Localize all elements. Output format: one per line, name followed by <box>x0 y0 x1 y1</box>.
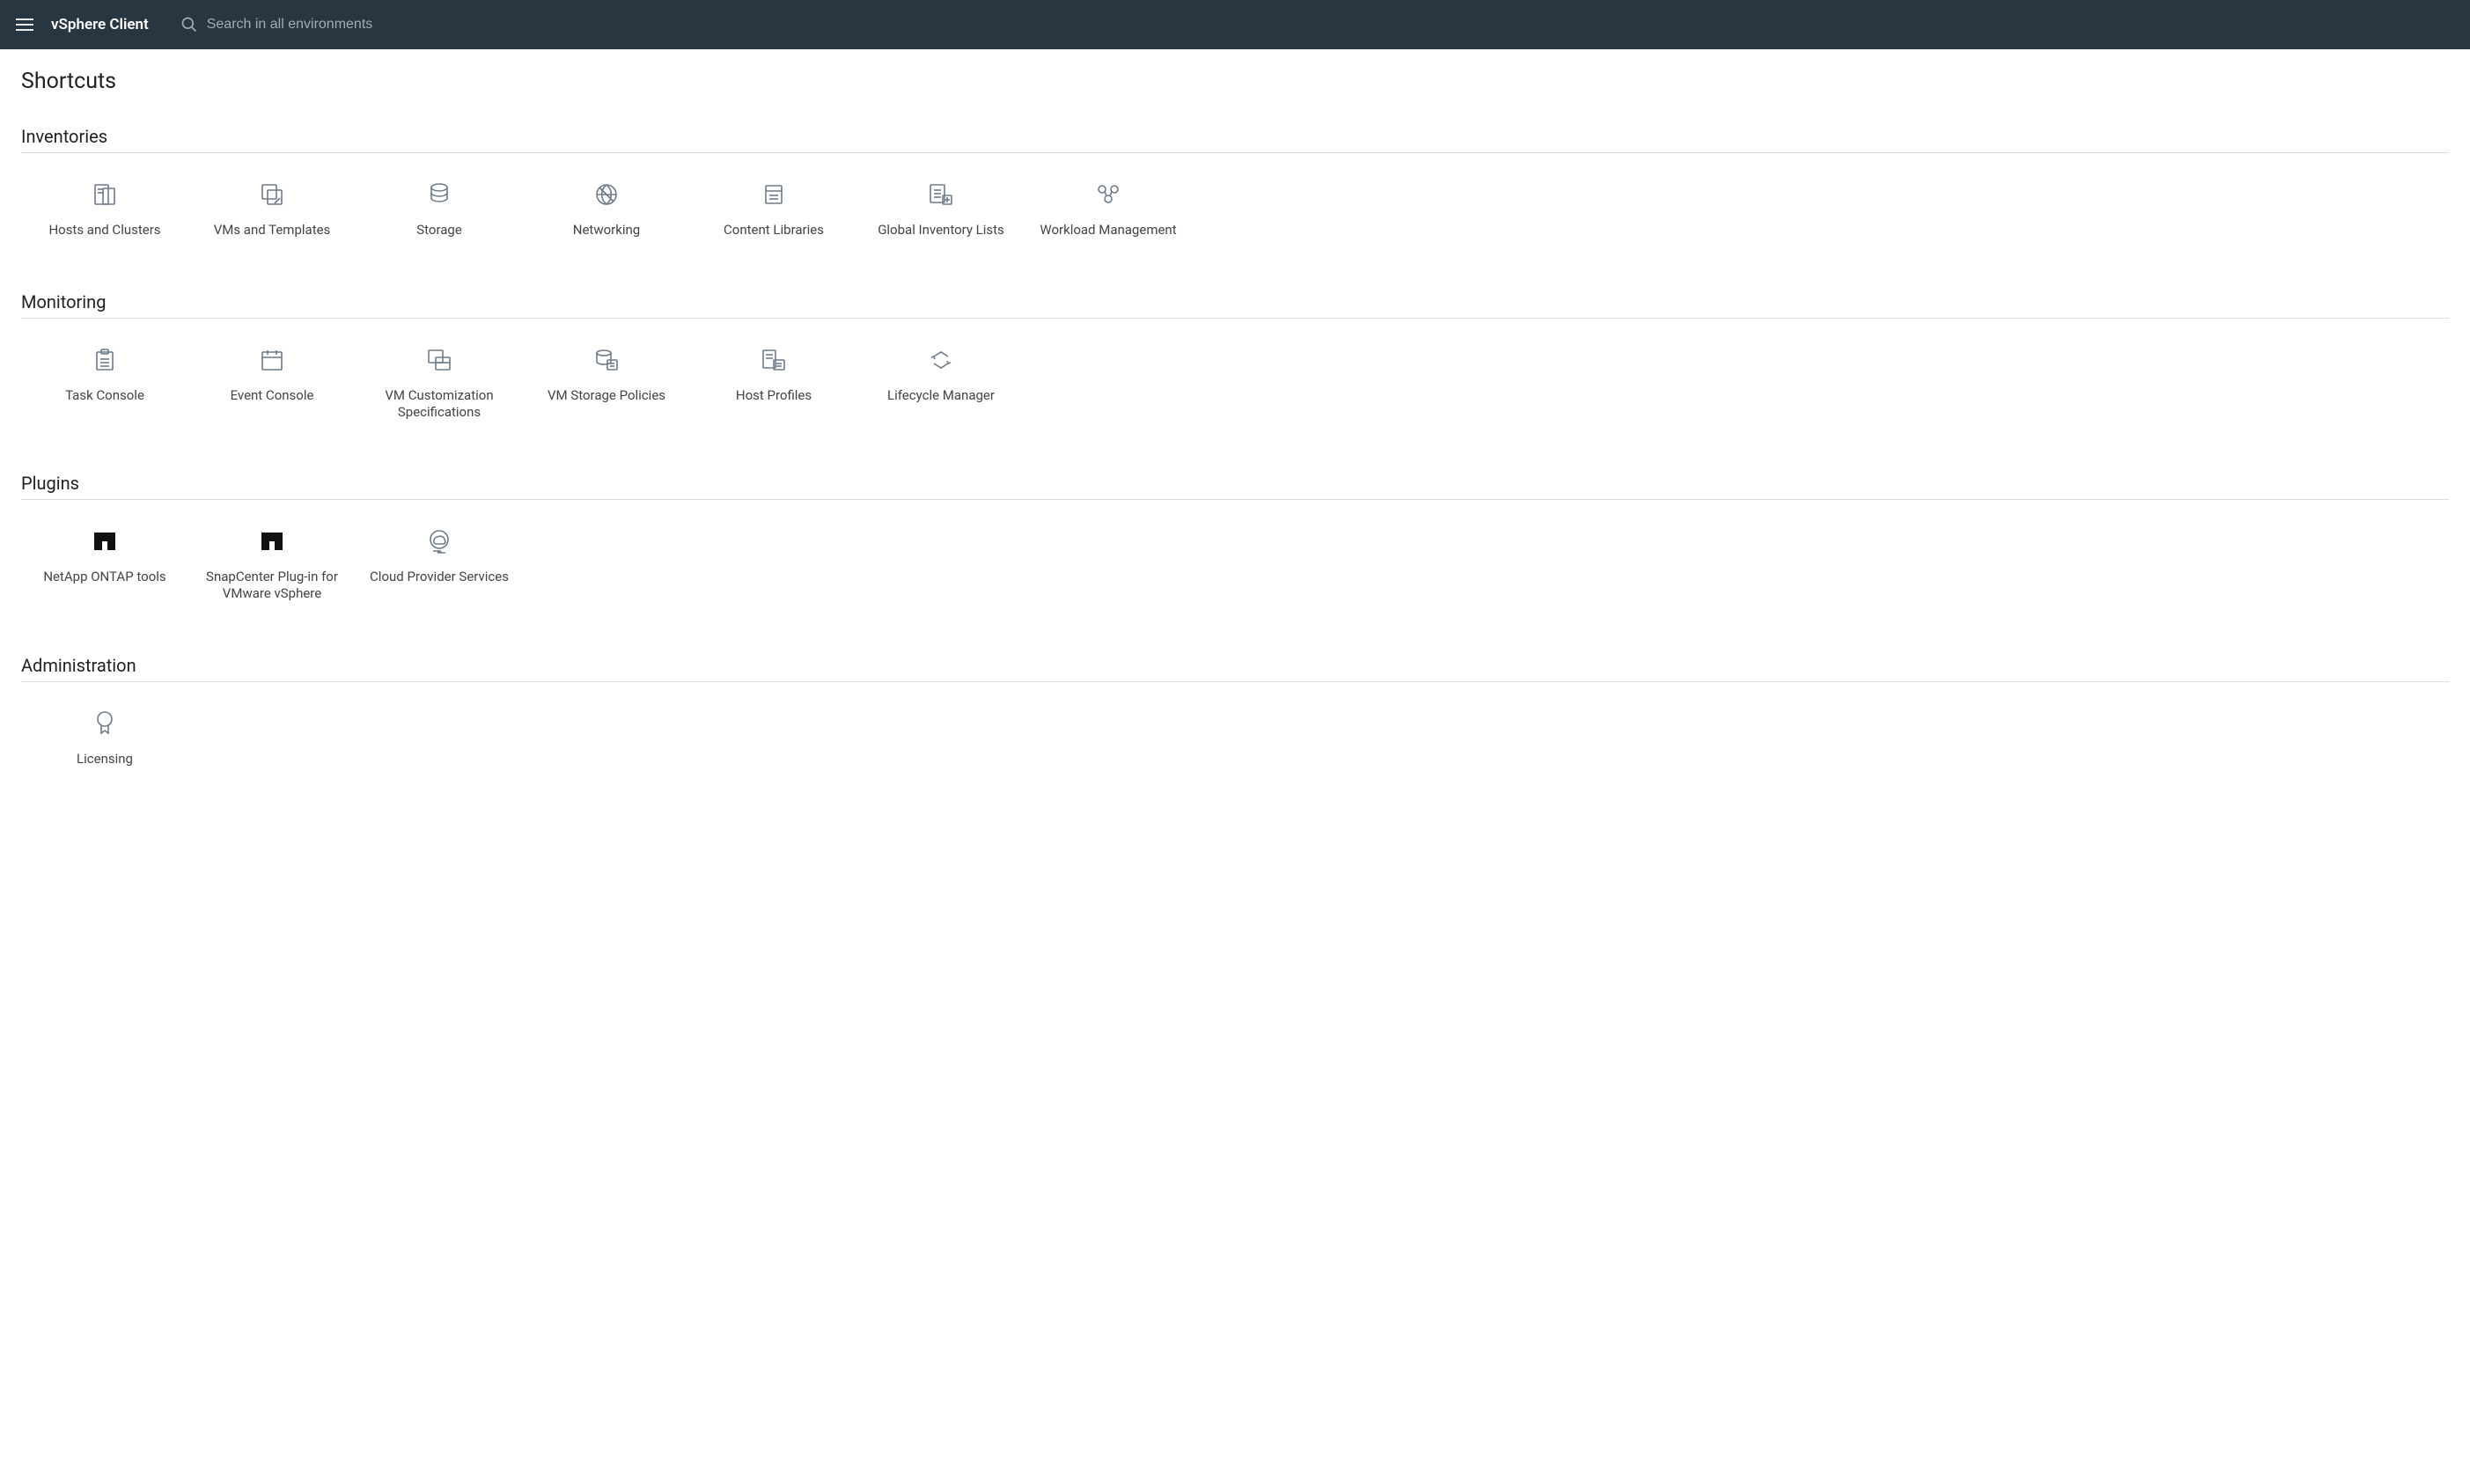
section-title-administration: Administration <box>21 655 2449 676</box>
inventories-row: Hosts and Clusters VMs and Templates Sto… <box>21 174 2449 244</box>
hosts-clusters-icon <box>28 180 181 209</box>
shortcut-licensing[interactable]: Licensing <box>21 703 188 773</box>
monitoring-row: Task Console Event Console VM Customizat… <box>21 340 2449 426</box>
shortcut-label: VMs and Templates <box>195 222 349 239</box>
section-title-inventories: Inventories <box>21 126 2449 147</box>
shortcut-workload-management[interactable]: Workload Management <box>1025 174 1192 244</box>
shortcut-lifecycle-manager[interactable]: Lifecycle Manager <box>857 340 1025 426</box>
host-profiles-icon <box>697 345 850 375</box>
shortcut-cloud-provider[interactable]: Cloud Provider Services <box>356 521 523 607</box>
shortcut-label: Hosts and Clusters <box>28 222 181 239</box>
networking-icon <box>530 180 683 209</box>
menu-icon[interactable] <box>16 18 33 31</box>
section-inventories: Inventories Hosts and Clusters VMs and T… <box>21 126 2449 244</box>
shortcut-label: Lifecycle Manager <box>864 387 1018 404</box>
page-content: Shortcuts Inventories Hosts and Clusters… <box>0 49 2470 891</box>
section-administration: Administration Licensing <box>21 655 2449 773</box>
section-divider <box>21 152 2449 153</box>
section-title-monitoring: Monitoring <box>21 291 2449 312</box>
event-console-icon <box>195 345 349 375</box>
shortcut-label: Content Libraries <box>697 222 850 239</box>
shortcut-netapp-ontap[interactable]: NetApp ONTAP tools <box>21 521 188 607</box>
vm-customization-icon <box>363 345 516 375</box>
cloud-provider-icon <box>363 526 516 556</box>
administration-row: Licensing <box>21 703 2449 773</box>
section-monitoring: Monitoring Task Console Event Console VM <box>21 291 2449 426</box>
section-divider <box>21 499 2449 500</box>
shortcut-label: Licensing <box>28 751 181 768</box>
shortcut-label: Workload Management <box>1032 222 1185 239</box>
vms-templates-icon <box>195 180 349 209</box>
shortcut-label: Storage <box>363 222 516 239</box>
section-divider <box>21 318 2449 319</box>
shortcut-storage[interactable]: Storage <box>356 174 523 244</box>
search-input[interactable] <box>207 17 489 33</box>
plugins-row: NetApp ONTAP tools SnapCenter Plug-in fo… <box>21 521 2449 607</box>
shortcut-label: Networking <box>530 222 683 239</box>
shortcut-global-inventory[interactable]: Global Inventory Lists <box>857 174 1025 244</box>
shortcut-vms-templates[interactable]: VMs and Templates <box>188 174 356 244</box>
shortcut-task-console[interactable]: Task Console <box>21 340 188 426</box>
shortcut-label: Event Console <box>195 387 349 404</box>
storage-icon <box>363 180 516 209</box>
shortcut-snapcenter[interactable]: SnapCenter Plug-in for VMware vSphere <box>188 521 356 607</box>
global-search[interactable] <box>180 16 489 33</box>
licensing-icon <box>28 709 181 738</box>
section-plugins: Plugins NetApp ONTAP tools SnapCenter Pl… <box>21 473 2449 607</box>
content-libraries-icon <box>697 180 850 209</box>
workload-management-icon <box>1032 180 1185 209</box>
global-inventory-icon <box>864 180 1018 209</box>
netapp-icon <box>28 526 181 556</box>
section-title-plugins: Plugins <box>21 473 2449 494</box>
app-title: vSphere Client <box>51 16 149 33</box>
shortcut-label: NetApp ONTAP tools <box>28 569 181 585</box>
shortcut-label: Task Console <box>28 387 181 404</box>
shortcut-label: Cloud Provider Services <box>363 569 516 585</box>
shortcut-content-libraries[interactable]: Content Libraries <box>690 174 857 244</box>
vm-storage-policies-icon <box>530 345 683 375</box>
task-console-icon <box>28 345 181 375</box>
page-title: Shortcuts <box>21 69 2449 94</box>
shortcut-networking[interactable]: Networking <box>523 174 690 244</box>
app-header: vSphere Client <box>0 0 2470 49</box>
shortcut-event-console[interactable]: Event Console <box>188 340 356 426</box>
shortcut-label: VM Storage Policies <box>530 387 683 404</box>
section-divider <box>21 681 2449 682</box>
lifecycle-manager-icon <box>864 345 1018 375</box>
shortcut-label: Host Profiles <box>697 387 850 404</box>
shortcut-label: SnapCenter Plug-in for VMware vSphere <box>195 569 349 602</box>
snapcenter-icon <box>195 526 349 556</box>
shortcut-host-profiles[interactable]: Host Profiles <box>690 340 857 426</box>
shortcut-label: Global Inventory Lists <box>864 222 1018 239</box>
shortcut-vm-storage-policies[interactable]: VM Storage Policies <box>523 340 690 426</box>
shortcut-label: VM Customization Specifications <box>363 387 516 421</box>
shortcut-vm-customization[interactable]: VM Customization Specifications <box>356 340 523 426</box>
search-icon <box>180 16 198 33</box>
shortcut-hosts-clusters[interactable]: Hosts and Clusters <box>21 174 188 244</box>
